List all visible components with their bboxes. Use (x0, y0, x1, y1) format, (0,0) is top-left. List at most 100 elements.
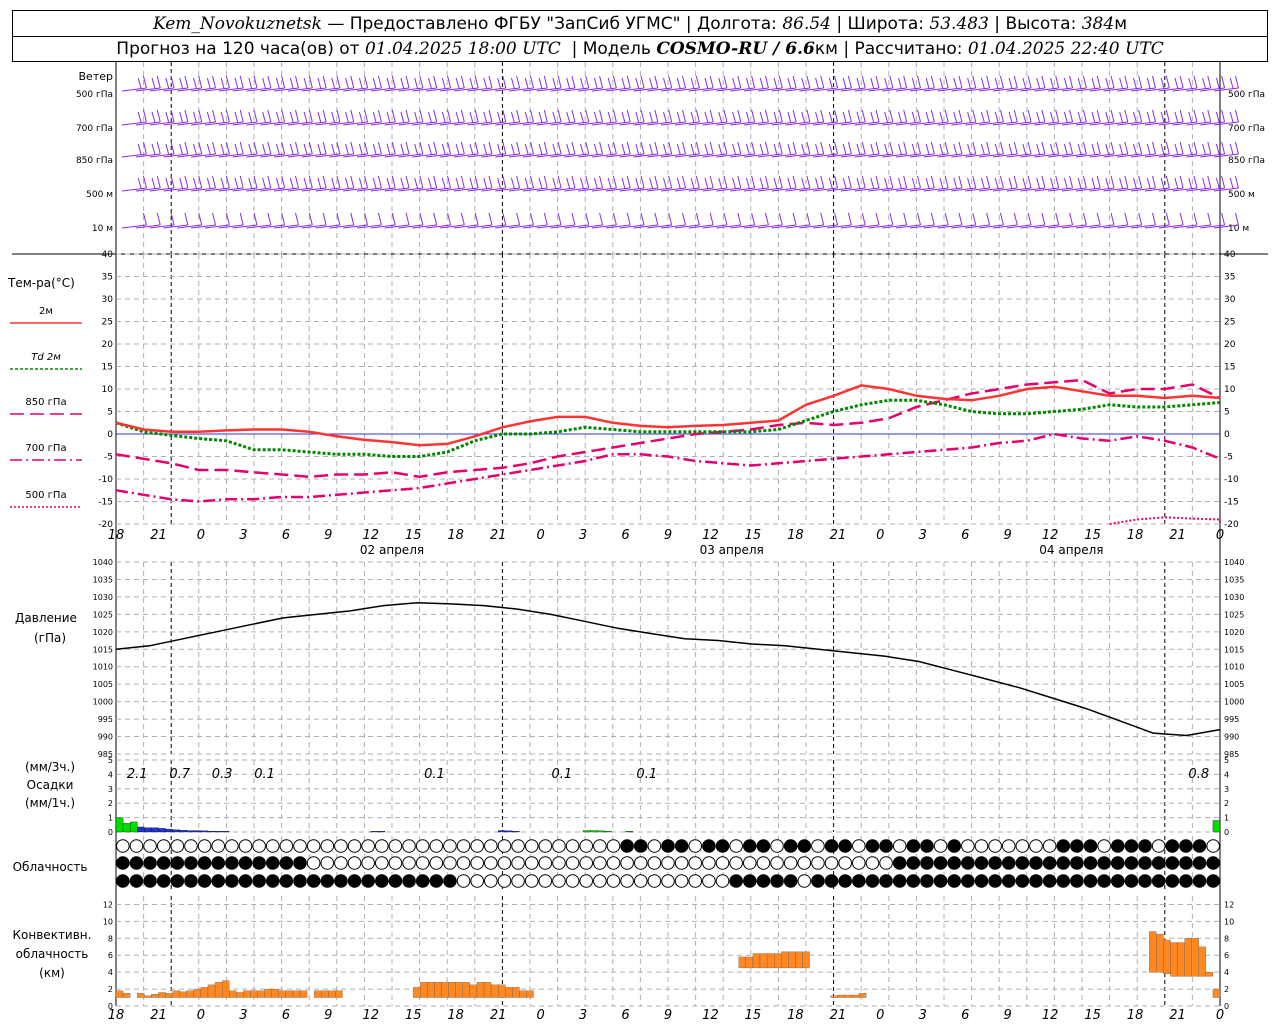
y-tick-left-temp: 20 (102, 340, 114, 350)
cloud-symbol (579, 839, 594, 853)
cloud-symbol (1042, 856, 1057, 870)
cloud-symbol (1124, 856, 1139, 870)
conv-cloud-bar (137, 993, 145, 998)
wind-barb-flag (668, 212, 673, 226)
wind-barb-flag (898, 77, 902, 90)
wind-barb-flag (939, 177, 944, 190)
x-hour-label-bottom: 9 (664, 1008, 672, 1023)
wind-barb-flag (1124, 175, 1129, 189)
wind-barb-flag (447, 175, 452, 189)
cloud-symbol (1206, 839, 1220, 853)
x-hour-label-bottom: 9 (1004, 1008, 1012, 1023)
wind-barb-flag (792, 109, 797, 123)
wind-barb-flag (336, 109, 341, 123)
y-tick-right-temp: 35 (1224, 273, 1235, 283)
y-tick-left-conv: 8 (108, 934, 113, 943)
wind-barb-flag (737, 75, 742, 89)
wind-level-label-right: 500 гПа (1228, 90, 1265, 100)
wind-barb-flag (1174, 111, 1179, 124)
wind-barb-flag (944, 75, 949, 89)
wind-barb-flag (295, 212, 299, 226)
wind-barb-flag (695, 75, 700, 89)
conv-cloud-bar (243, 990, 251, 998)
wind-barb-flag (483, 77, 488, 90)
wind-barb-flag (861, 109, 866, 123)
wind-barb-flag (345, 77, 350, 90)
y-tick-right-pres: 1035 (1224, 575, 1244, 584)
wind-barb-flag (1041, 75, 1046, 89)
wind-barb-flag (1124, 75, 1129, 89)
y-tick-right-pres: 1005 (1224, 680, 1244, 689)
wind-barb-flag (1063, 177, 1068, 190)
wind-barb-flag (635, 143, 640, 156)
wind-barb-flag (870, 177, 875, 190)
y-tick-left-prec: 0 (108, 828, 113, 837)
wind-barb-flag (1096, 175, 1101, 189)
x-hour-label-temp: 0 (876, 528, 884, 543)
wind-barb-flag (986, 175, 991, 189)
wind-barb-flag (1174, 143, 1179, 156)
y-tick-right-temp: 40 (1224, 250, 1236, 260)
cloud-symbol (334, 839, 348, 853)
cloud-symbol (1083, 874, 1098, 888)
wind-barb-flag (682, 109, 687, 123)
wind-barb-flag (1119, 177, 1124, 190)
wind-barb-flag (709, 175, 714, 189)
wind-barb-flag (695, 141, 700, 155)
wind-barb-flag (1138, 212, 1143, 226)
conv-cloud-bar (434, 982, 442, 998)
cloud-symbol (770, 839, 784, 853)
wind-barb-flag (557, 141, 562, 155)
cloud-symbol (497, 839, 512, 853)
conv-cloud-bar (830, 995, 838, 998)
y-tick-left-prec: 5 (108, 756, 113, 765)
wind-barb-flag (1165, 212, 1170, 226)
wind-barb-flag (930, 141, 935, 155)
wind-barb-flag (847, 75, 852, 89)
cloud-symbol (988, 874, 1002, 888)
wind-barb-flag (275, 177, 280, 190)
wind-barb-flag (502, 212, 507, 226)
precip-bar (122, 823, 131, 833)
cloud-symbol (797, 856, 812, 870)
wind-barb-flag (607, 177, 612, 190)
cloud-symbol (1001, 856, 1016, 870)
conv-cloud-bar (781, 951, 789, 969)
wind-barb-flag (958, 141, 963, 155)
cloud-symbol (1110, 874, 1125, 888)
wind-barb-flag (184, 141, 189, 155)
wind-barb-flag (599, 75, 604, 89)
y-tick-right-conv: 8 (1224, 934, 1229, 943)
wind-barb-flag (433, 141, 438, 155)
wind-barb-flag (972, 109, 977, 123)
wind-barb-flag (322, 75, 327, 89)
conv-cloud-bar (200, 987, 209, 998)
wind-barb-flag (958, 75, 963, 89)
conv-cloud-bar (207, 984, 216, 998)
wind-barb-flag (939, 111, 944, 124)
wind-barb-flag (322, 109, 327, 123)
y-tick-left-pres: 1005 (93, 680, 113, 689)
y-tick-left-temp: 5 (107, 408, 113, 418)
x-hour-label-bottom: 21 (1169, 1008, 1186, 1023)
conv-cloud-bar (844, 994, 853, 998)
cloud-symbol (456, 839, 471, 853)
wind-barb-flag (428, 77, 433, 90)
wind-barb-flag (1013, 212, 1018, 226)
cloud-symbol (374, 874, 389, 888)
wind-barb-flag (751, 212, 756, 226)
x-hour-label-temp: 3 (579, 528, 587, 543)
y-tick-left-pres: 1010 (93, 663, 113, 672)
y-tick-left-conv: 4 (108, 968, 113, 977)
conv-cloud-bar (752, 953, 761, 969)
cloud-symbol (620, 874, 634, 888)
cloud-symbol (1179, 874, 1193, 888)
cloud-symbol (524, 874, 539, 888)
wind-barb-flag (1096, 75, 1101, 89)
cloud-symbol (361, 874, 375, 888)
cloud-symbol (824, 839, 839, 853)
wind-barb-flag (336, 212, 341, 226)
wind-barb-flag (875, 212, 880, 226)
wind-barb-flag (510, 177, 515, 190)
wind-barb-flag (281, 175, 286, 189)
